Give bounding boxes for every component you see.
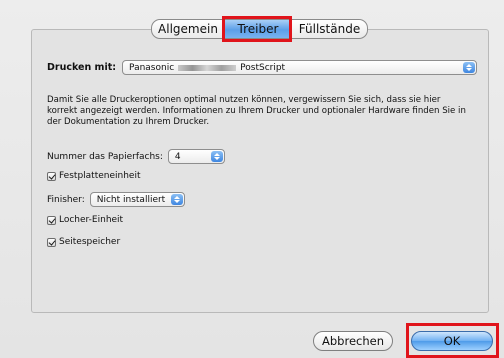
- tab-supply-levels[interactable]: Füllstände: [292, 19, 368, 39]
- hard-disk-label: Festplatteneinheit: [59, 171, 141, 181]
- finisher-row: Finisher: Nicht installiert: [47, 192, 185, 207]
- tray-count-label: Nummer das Papierfachs:: [47, 151, 163, 162]
- tray-count-row: Nummer das Papierfachs: 4: [47, 149, 225, 164]
- page-memory-checkbox[interactable]: [47, 237, 56, 247]
- tray-count-select[interactable]: 4: [167, 149, 225, 164]
- hard-disk-checkbox[interactable]: [47, 171, 56, 181]
- page-memory-option[interactable]: Seitespeicher: [47, 237, 120, 247]
- select-arrows-icon: [463, 62, 476, 73]
- tray-count-value: 4: [174, 151, 181, 162]
- tab-general[interactable]: Allgemein: [151, 19, 225, 39]
- tab-bar: Allgemein Treiber Füllstände: [151, 19, 368, 39]
- print-with-row: Drucken mit: Panasonic PostScript: [47, 60, 478, 75]
- select-arrows-icon: [170, 194, 183, 205]
- printer-name-suffix: PostScript: [240, 62, 286, 73]
- hard-disk-option[interactable]: Festplatteneinheit: [47, 171, 140, 181]
- punch-option[interactable]: Locher-Einheit: [47, 215, 123, 225]
- redacted-model: [178, 64, 237, 71]
- cancel-button[interactable]: Abbrechen: [313, 331, 393, 351]
- ok-button[interactable]: OK: [411, 331, 493, 351]
- tab-driver[interactable]: Treiber: [225, 19, 292, 39]
- punch-label: Locher-Einheit: [59, 215, 124, 225]
- finisher-value: Nicht installiert: [96, 194, 166, 205]
- printer-select[interactable]: Panasonic PostScript: [122, 60, 478, 75]
- page-memory-label: Seitespeicher: [59, 237, 121, 247]
- finisher-label: Finisher:: [47, 194, 85, 205]
- finisher-select[interactable]: Nicht installiert: [89, 192, 185, 207]
- printer-name-prefix: Panasonic: [129, 62, 175, 73]
- punch-checkbox[interactable]: [47, 215, 56, 225]
- printer-options-sheet: Allgemein Treiber Füllstände Drucken mit…: [0, 0, 504, 358]
- select-arrows-icon: [210, 151, 223, 162]
- driver-description: Damit Sie alle Druckeroptionen optimal n…: [47, 95, 466, 127]
- print-with-label: Drucken mit:: [47, 62, 117, 73]
